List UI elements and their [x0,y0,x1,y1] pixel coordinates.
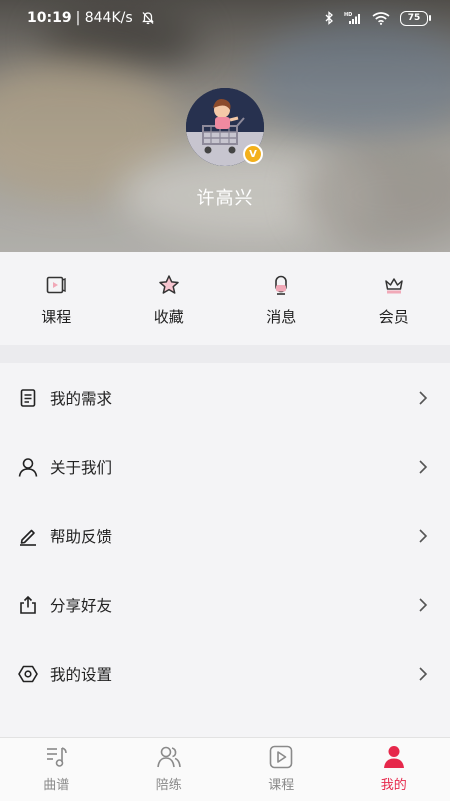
quick-action-favorites[interactable]: 收藏 [113,252,226,345]
quick-action-course[interactable]: 课程 [0,252,113,345]
course-icon [45,274,67,296]
document-icon [18,388,38,408]
nav-tab-label: 曲谱 [43,774,69,793]
chevron-right-icon [418,597,428,613]
status-bar: 10:19 | 844K/s HD 75 [0,0,450,36]
quick-action-label: 会员 [379,306,409,327]
menu-list: 我的需求 关于我们 帮助反馈 分享好友 [0,363,450,737]
menu-item-label: 分享好友 [50,594,112,616]
menu-item-label: 我的需求 [50,387,112,409]
quick-action-messages[interactable]: 消息 [225,252,338,345]
menu-item-label: 我的设置 [50,663,112,685]
nav-tab-mine[interactable]: 我的 [338,738,450,801]
bell-off-icon [141,11,155,25]
bottom-nav: 曲谱 陪练 课程 我的 [0,737,450,801]
quick-action-membership[interactable]: 会员 [338,252,450,345]
pen-icon [18,526,38,546]
chevron-right-icon [418,666,428,682]
chevron-right-icon [418,459,428,475]
crown-icon [383,274,405,296]
quick-actions: 课程 收藏 消息 会员 [0,252,450,345]
quick-action-label: 课程 [41,306,71,327]
person-icon [18,457,38,477]
quick-action-label: 消息 [266,306,296,327]
network-speed: | 844K/s [76,10,133,26]
menu-item-help-feedback[interactable]: 帮助反馈 [0,501,450,570]
svg-text:HD: HD [344,12,352,18]
nav-tab-practice[interactable]: 陪练 [113,738,226,801]
nav-tab-sheet-music[interactable]: 曲谱 [0,738,113,801]
music-note-icon [43,744,69,770]
play-icon [268,744,294,770]
bluetooth-icon [324,11,334,25]
nav-tab-label: 陪练 [156,774,182,793]
chevron-right-icon [418,528,428,544]
star-icon [158,274,180,296]
nav-tab-course[interactable]: 课程 [225,738,338,801]
quick-action-label: 收藏 [154,306,184,327]
menu-item-share-friends[interactable]: 分享好友 [0,570,450,639]
vip-badge: V [243,144,263,164]
chevron-right-icon [418,390,428,406]
menu-item-about-us[interactable]: 关于我们 [0,432,450,501]
menu-item-label: 关于我们 [50,456,112,478]
nav-tab-label: 课程 [268,774,294,793]
battery-icon: 75 [400,11,428,26]
menu-item-my-requests[interactable]: 我的需求 [0,363,450,432]
wifi-icon [372,11,390,25]
signal-icon: HD [344,11,362,25]
menu-item-my-settings[interactable]: 我的设置 [0,639,450,708]
share-icon [18,595,38,615]
person-filled-icon [381,744,407,770]
username: 许高兴 [0,184,450,210]
bell-icon [270,274,292,296]
settings-icon [18,664,38,684]
people-icon [156,744,182,770]
battery-level: 75 [408,14,421,23]
status-time: 10:19 [27,10,72,26]
nav-tab-label: 我的 [381,774,407,793]
section-divider [0,345,450,363]
menu-item-label: 帮助反馈 [50,525,112,547]
